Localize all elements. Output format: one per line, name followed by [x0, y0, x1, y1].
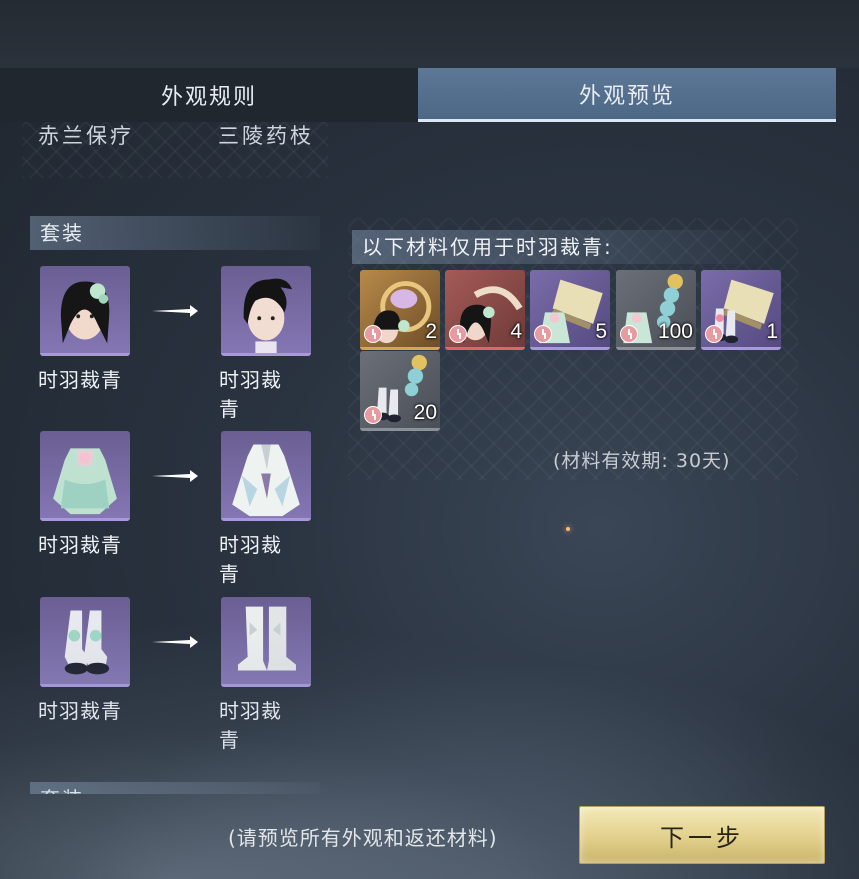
material-quantity: 2: [425, 320, 437, 343]
tab-appearance-rules[interactable]: 外观规则: [0, 68, 418, 122]
appearance-list[interactable]: 赤兰保疗 三陵药枝 套装 时羽裁青 时羽裁青 时羽裁青 时羽裁青 时羽裁青 时羽…: [22, 122, 328, 794]
material-quantity: 4: [510, 320, 522, 343]
appearance-pair-head: 时羽裁青 时羽裁青: [22, 266, 311, 421]
section-title-suit: 套装: [30, 216, 320, 250]
arrow-right-icon: [152, 636, 198, 648]
footer-bar: (请预览所有外观和返还材料) 下一步: [0, 794, 859, 879]
tab-appearance-preview[interactable]: 外观预览: [418, 68, 836, 122]
material-validity-note: (材料有效期: 30天): [553, 450, 731, 472]
material-quantity: 1: [766, 320, 778, 343]
male-head-icon[interactable]: [221, 266, 311, 356]
time-limit-icon: [449, 325, 467, 343]
top-bar: [0, 0, 859, 68]
from-item-label: 时羽裁青: [38, 699, 122, 723]
next-step-button[interactable]: 下一步: [579, 806, 825, 864]
cut-off-row: 赤兰保疗 三陵药枝: [22, 122, 328, 178]
cut-off-label-left: 赤兰保疗: [38, 124, 134, 148]
materials-panel: 以下材料仅用于时羽裁青: 2 4 5 100 1 20 (材料有效期: 30天): [348, 218, 798, 480]
from-item-label: 时羽裁青: [38, 533, 122, 557]
to-item-label: 时羽裁青: [219, 533, 282, 586]
female-shoes-icon[interactable]: [40, 597, 130, 687]
to-item-label: 时羽裁青: [219, 368, 282, 421]
material-quantity: 100: [657, 320, 693, 343]
arrow-right-icon: [152, 305, 198, 317]
material-item-shoes-pieces[interactable]: 20: [360, 351, 440, 431]
time-limit-icon: [364, 406, 382, 424]
from-item-label: 时羽裁青: [38, 368, 122, 392]
time-limit-icon: [705, 325, 723, 343]
time-limit-icon: [364, 325, 382, 343]
appearance-pair-shoes: 时羽裁青 时羽裁青: [22, 597, 311, 752]
tab-bar: 外观规则 外观预览: [0, 68, 836, 122]
time-limit-icon: [620, 325, 638, 343]
section-title-suit-next: 套装: [30, 782, 320, 794]
to-item-label: 时羽裁青: [219, 699, 282, 752]
decorative-spark: [566, 527, 570, 531]
material-quantity: 5: [595, 320, 607, 343]
material-item-shoes-scroll[interactable]: 1: [701, 270, 781, 350]
female-head-icon[interactable]: [40, 266, 130, 356]
appearance-pair-body: 时羽裁青 时羽裁青: [22, 431, 311, 586]
footer-note: (请预览所有外观和返还材料): [228, 826, 498, 850]
white-robe-icon[interactable]: [221, 431, 311, 521]
green-dress-icon[interactable]: [40, 431, 130, 521]
material-item-hairstyle[interactable]: 4: [445, 270, 525, 350]
material-item-dress-scroll[interactable]: 5: [530, 270, 610, 350]
cut-off-label-right: 三陵药枝: [218, 124, 314, 148]
material-quantity: 20: [413, 401, 437, 424]
materials-header: 以下材料仅用于时羽裁青:: [352, 230, 772, 264]
material-item-dress-pieces[interactable]: 100: [616, 270, 696, 350]
arrow-right-icon: [152, 470, 198, 482]
time-limit-icon: [534, 325, 552, 343]
white-boots-icon[interactable]: [221, 597, 311, 687]
material-item-head-ornament[interactable]: 2: [360, 270, 440, 350]
